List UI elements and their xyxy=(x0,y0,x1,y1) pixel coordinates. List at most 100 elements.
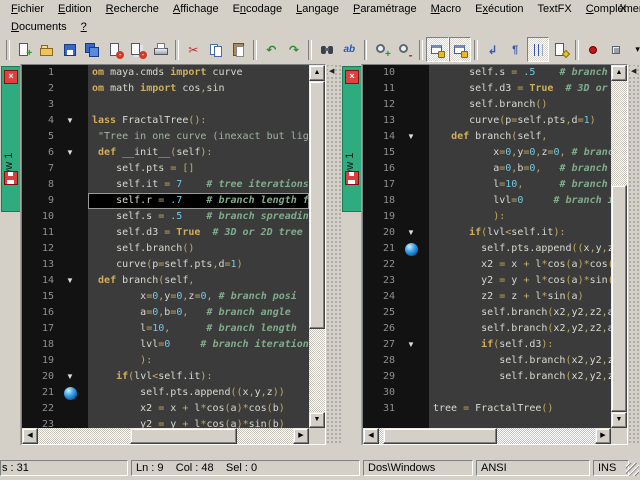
pane-splitter[interactable]: ◀ xyxy=(326,64,341,445)
code-text[interactable]: self.pts.append((x,y,z)) xyxy=(88,385,309,401)
resize-grip-icon[interactable] xyxy=(626,463,639,476)
left-horizontal-scrollbar[interactable]: ◀ ▶ xyxy=(22,428,309,444)
code-text[interactable]: self.d3 = True # 3D or 2D tree xyxy=(88,225,309,241)
undo-button[interactable]: ↶ xyxy=(260,37,283,62)
fold-margin-cell[interactable] xyxy=(60,65,88,81)
code-text[interactable]: def __init__(self): xyxy=(88,145,309,161)
fold-margin-cell[interactable] xyxy=(401,273,429,289)
record-macro-button[interactable] xyxy=(582,37,605,62)
cut-button[interactable]: ✂ xyxy=(182,37,205,62)
right-horizontal-scrollbar[interactable]: ◀ ▶ xyxy=(363,428,611,444)
fold-margin-cell[interactable] xyxy=(401,209,429,225)
code-text[interactable]: y2 = y + l*cos(a)*sin(b) xyxy=(88,417,309,428)
bookmark-icon[interactable] xyxy=(64,387,77,400)
copy-button[interactable] xyxy=(205,37,228,62)
left-tab-new1[interactable]: × new 1 xyxy=(1,66,21,212)
fold-margin-cell[interactable] xyxy=(401,241,429,257)
menu-item-textfx[interactable]: TextFX xyxy=(530,1,578,17)
menu-item-documents[interactable]: Documents xyxy=(4,19,74,35)
replace-button[interactable]: ab xyxy=(338,37,361,62)
menu-item-encodage[interactable]: Encodage xyxy=(226,1,290,17)
fold-margin-cell[interactable] xyxy=(60,193,88,209)
save-all-button[interactable] xyxy=(81,37,104,62)
right-code-area[interactable]: 10 self.s = .5 # branch sp11 self.d3 = T… xyxy=(363,65,611,428)
fold-marker-icon[interactable]: ▼ xyxy=(66,274,74,288)
scroll-down-button[interactable]: ▼ xyxy=(611,412,627,428)
code-text[interactable]: self.it = 7 # tree iterations xyxy=(88,177,309,193)
right-tab-close-icon[interactable]: × xyxy=(345,70,359,84)
scroll-thumb[interactable] xyxy=(130,428,237,444)
code-text[interactable]: om maya.cmds import curve xyxy=(88,65,309,81)
right-tab-new1[interactable]: × new 1 xyxy=(342,66,362,212)
fold-margin-cell[interactable]: ▼ xyxy=(60,145,88,161)
code-text[interactable]: l=10, # branch le xyxy=(429,177,611,193)
redo-button[interactable]: ↷ xyxy=(283,37,306,62)
show-all-characters-button[interactable]: ¶ xyxy=(504,37,527,62)
fold-margin-cell[interactable] xyxy=(401,257,429,273)
fold-margin-cell[interactable] xyxy=(60,161,88,177)
open-file-button[interactable] xyxy=(36,37,59,62)
menu-item-execution[interactable]: Exécution xyxy=(468,1,530,17)
fold-margin-cell[interactable] xyxy=(60,337,88,353)
code-text[interactable]: self.branch(x2,y2,z2,a xyxy=(429,369,611,385)
fold-margin-cell[interactable] xyxy=(401,161,429,177)
code-text[interactable]: lvl=0 # branch iteration xyxy=(88,337,309,353)
fold-marker-icon[interactable]: ▼ xyxy=(407,338,415,352)
fold-margin-cell[interactable] xyxy=(60,241,88,257)
fold-margin-cell[interactable]: ▼ xyxy=(401,129,429,145)
fold-margin-cell[interactable] xyxy=(60,177,88,193)
code-text[interactable]: x=0,y=0,z=0, # branch posi xyxy=(88,289,309,305)
bookmark-icon[interactable] xyxy=(405,243,418,256)
scroll-up-button[interactable]: ▲ xyxy=(309,65,325,81)
scroll-up-button[interactable]: ▲ xyxy=(611,65,627,81)
code-text[interactable]: "Tree in one curve (inexact but light)" xyxy=(88,129,309,145)
scroll-thumb[interactable] xyxy=(611,185,627,412)
code-text[interactable]: if(lvl<self.it): xyxy=(429,225,611,241)
fold-marker-icon[interactable]: ▼ xyxy=(407,226,415,240)
code-text[interactable]: x=0,y=0,z=0, # branc xyxy=(429,145,611,161)
code-text[interactable]: self.branch(x2,y2,z2,a-s xyxy=(429,321,611,337)
code-text[interactable]: lass FractalTree(): xyxy=(88,113,309,129)
code-text[interactable]: om math import cos,sin xyxy=(88,81,309,97)
fold-margin-cell[interactable] xyxy=(401,401,429,417)
code-text[interactable]: if(lvl<self.it): xyxy=(88,369,309,385)
code-text[interactable]: z2 = z + l*sin(a) xyxy=(429,289,611,305)
fold-margin-cell[interactable] xyxy=(401,65,429,81)
fold-margin-cell[interactable]: ▼ xyxy=(60,369,88,385)
code-text[interactable]: l=10, # branch length xyxy=(88,321,309,337)
function-list-button[interactable] xyxy=(549,37,572,62)
menu-item-fichier[interactable]: Fichier xyxy=(4,1,51,17)
zoom-out-button[interactable] xyxy=(393,37,416,62)
fold-margin-cell[interactable] xyxy=(60,417,88,428)
fold-margin-cell[interactable] xyxy=(401,193,429,209)
fold-margin-cell[interactable] xyxy=(60,97,88,113)
menu-item-complements[interactable]: Compléments xyxy=(579,1,640,17)
right-vertical-scrollbar[interactable]: ▲ ▼ xyxy=(611,65,627,428)
fold-margin-cell[interactable] xyxy=(401,289,429,305)
fold-margin-cell[interactable] xyxy=(401,145,429,161)
fold-margin-cell[interactable]: ▼ xyxy=(60,273,88,289)
fold-margin-cell[interactable] xyxy=(60,225,88,241)
paste-button[interactable] xyxy=(227,37,250,62)
code-text[interactable]: ): xyxy=(88,353,309,369)
fold-marker-icon[interactable]: ▼ xyxy=(407,130,415,144)
scroll-thumb[interactable] xyxy=(383,428,497,444)
fold-margin-cell[interactable]: ▼ xyxy=(401,225,429,241)
code-text[interactable]: self.s = .5 # branch sp xyxy=(429,65,611,81)
code-text[interactable]: lvl=0 # branch ite xyxy=(429,193,611,209)
scroll-right-button[interactable]: ▶ xyxy=(595,428,611,444)
splitter-collapse-icon[interactable]: ◀ xyxy=(328,66,335,76)
fold-marker-icon[interactable]: ▼ xyxy=(66,146,74,160)
left-tab-close-icon[interactable]: × xyxy=(4,70,18,84)
edge-collapse-icon[interactable]: ◀ xyxy=(630,66,637,76)
scroll-right-button[interactable]: ▶ xyxy=(293,428,309,444)
code-text[interactable]: def branch(self, xyxy=(429,129,611,145)
fold-margin-cell[interactable] xyxy=(401,97,429,113)
fold-margin-cell[interactable] xyxy=(401,177,429,193)
code-text[interactable]: self.branch() xyxy=(429,97,611,113)
scroll-left-button[interactable]: ◀ xyxy=(22,428,38,444)
scroll-down-button[interactable]: ▼ xyxy=(309,412,325,428)
fold-margin-cell[interactable] xyxy=(401,369,429,385)
fold-margin-cell[interactable]: ▼ xyxy=(60,113,88,129)
code-text[interactable]: ): xyxy=(429,209,611,225)
